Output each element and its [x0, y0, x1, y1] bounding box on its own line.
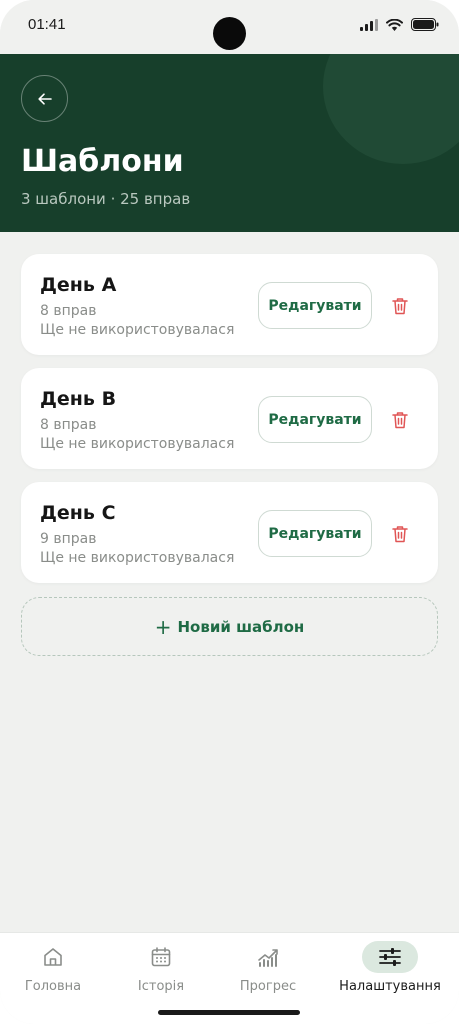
delete-button[interactable] [388, 522, 412, 546]
template-exercise-count: 9 вправ [40, 531, 97, 547]
status-icons [360, 18, 439, 31]
wifi-icon [386, 18, 403, 31]
template-usage: Ще не використовувалася [40, 550, 235, 566]
new-template-label: Новий шаблон [177, 617, 305, 636]
edit-button[interactable]: Редагувати [258, 510, 372, 557]
sliders-icon [379, 948, 401, 966]
tab-history[interactable]: Історія [106, 941, 216, 1001]
template-exercise-count: 8 вправ [40, 303, 97, 319]
delete-button[interactable] [388, 294, 412, 318]
edit-button[interactable]: Редагувати [258, 282, 372, 329]
template-name: День A [40, 274, 117, 296]
template-card: День C 9 вправ Ще не використовувалася Р… [21, 482, 438, 583]
status-bar: 01:41 [0, 0, 459, 54]
template-exercise-count: 8 вправ [40, 417, 97, 433]
new-template-button[interactable]: + Новий шаблон [21, 597, 438, 656]
arrow-left-icon [37, 92, 52, 105]
status-time: 01:41 [28, 16, 66, 33]
header-decoration [323, 54, 459, 164]
plus-icon: + [154, 614, 172, 639]
template-card: День B 8 вправ Ще не використовувалася Р… [21, 368, 438, 469]
page-header: Шаблони 3 шаблони · 25 вправ [0, 54, 459, 232]
template-usage: Ще не використовувалася [40, 436, 235, 452]
tab-label: Прогрес [239, 979, 297, 994]
app-screen: 01:41 Шаблони 3 шаблони · 25 вправ День … [0, 0, 459, 1024]
template-name: День C [40, 502, 116, 524]
home-indicator [158, 1010, 300, 1015]
tab-progress[interactable]: Прогрес [213, 941, 323, 1001]
signal-icon [360, 18, 378, 31]
tab-label: Історія [137, 979, 185, 994]
front-camera [213, 17, 246, 50]
trash-icon [392, 526, 408, 543]
tab-label: Налаштування [339, 979, 441, 994]
calendar-icon [151, 947, 171, 967]
tab-label: Головна [24, 979, 82, 994]
trash-icon [392, 412, 408, 429]
page-title: Шаблони [21, 144, 184, 179]
trash-icon [392, 298, 408, 315]
home-icon [44, 948, 62, 966]
page-subtitle: 3 шаблони · 25 вправ [21, 190, 191, 208]
tab-settings[interactable]: Налаштування [335, 941, 445, 1001]
tab-home[interactable]: Головна [0, 941, 108, 1001]
template-name: День B [40, 388, 117, 410]
chart-icon [258, 949, 278, 967]
edit-button[interactable]: Редагувати [258, 396, 372, 443]
battery-icon [411, 18, 439, 31]
template-usage: Ще не використовувалася [40, 322, 235, 338]
back-button[interactable] [21, 75, 68, 122]
template-card: День A 8 вправ Ще не використовувалася Р… [21, 254, 438, 355]
delete-button[interactable] [388, 408, 412, 432]
